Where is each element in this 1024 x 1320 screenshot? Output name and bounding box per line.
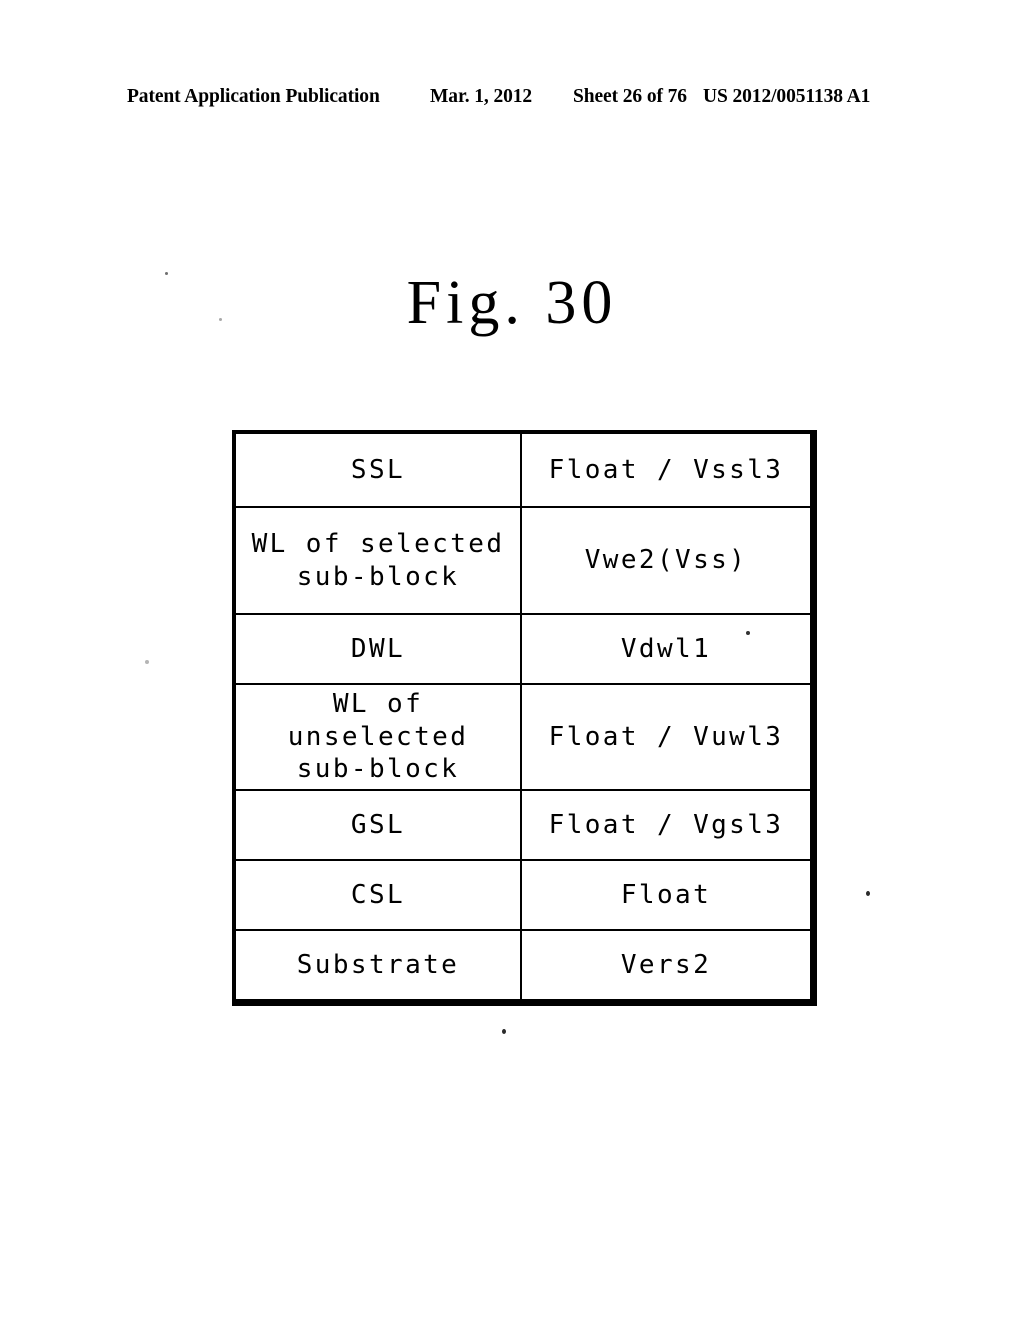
row-value-text: Vwe2(Vss) bbox=[584, 545, 748, 576]
row-label-cell: WL of selected sub-block bbox=[233, 506, 522, 615]
scan-speck bbox=[145, 660, 149, 664]
sheet-number: Sheet 26 of 76 bbox=[573, 86, 687, 107]
table-row: Substrate Vers2 bbox=[233, 929, 815, 1003]
row-label-line2: sub-block bbox=[296, 754, 460, 785]
row-value-text: Vers2 bbox=[620, 949, 712, 980]
table-row: GSL Float / Vgsl3 bbox=[233, 789, 815, 861]
row-label-line1: SSL bbox=[350, 454, 406, 485]
patent-number: US 2012/0051138 A1 bbox=[703, 86, 871, 107]
scan-speck bbox=[502, 1029, 506, 1034]
row-value-text: Float / Vgsl3 bbox=[548, 809, 784, 840]
table-row: WL of unselected sub-block Float / Vuwl3 bbox=[233, 683, 815, 791]
row-label-line1: CSL bbox=[350, 879, 406, 910]
row-label-line1: WL of unselected bbox=[287, 689, 469, 752]
table-row: CSL Float bbox=[233, 859, 815, 931]
row-label-line1: Substrate bbox=[296, 949, 460, 980]
table-row: SSL Float / Vssl3 bbox=[233, 431, 815, 508]
row-label-line1: GSL bbox=[350, 809, 406, 840]
row-label-cell: Substrate bbox=[233, 929, 522, 1003]
row-label-line1: WL of selected bbox=[251, 529, 505, 559]
row-value-cell: Float / Vuwl3 bbox=[520, 683, 815, 791]
page-header: Patent Application Publication Mar. 1, 2… bbox=[0, 86, 1024, 114]
row-label-line2: sub-block bbox=[296, 561, 460, 592]
row-value-cell: Float / Vgsl3 bbox=[520, 789, 815, 861]
scan-speck bbox=[866, 891, 870, 896]
row-value-text: Vdwl1 bbox=[620, 633, 712, 664]
table-row: DWL Vdwl1 bbox=[233, 613, 815, 685]
row-label-cell: CSL bbox=[233, 859, 522, 931]
row-label-line1: DWL bbox=[350, 633, 406, 664]
publication-date: Mar. 1, 2012 bbox=[430, 86, 533, 107]
row-value-cell: Float bbox=[520, 859, 815, 931]
row-value-cell: Vers2 bbox=[520, 929, 815, 1003]
row-value-cell: Vwe2(Vss) bbox=[520, 506, 815, 615]
publication-label: Patent Application Publication bbox=[127, 86, 380, 107]
row-value-text: Float / Vuwl3 bbox=[548, 721, 784, 752]
row-label-cell: GSL bbox=[233, 789, 522, 861]
row-value-cell: Float / Vssl3 bbox=[520, 431, 815, 508]
row-value-cell: Vdwl1 bbox=[520, 613, 815, 685]
table-row: WL of selected sub-block Vwe2(Vss) bbox=[233, 506, 815, 615]
row-value-text: Float bbox=[620, 879, 712, 910]
row-label-cell: DWL bbox=[233, 613, 522, 685]
figure-table-container: SSL Float / Vssl3 WL of selected sub-blo… bbox=[232, 430, 817, 1006]
figure-title: Fig. 30 bbox=[406, 269, 618, 337]
bias-condition-table: SSL Float / Vssl3 WL of selected sub-blo… bbox=[232, 430, 817, 1006]
row-label-cell: SSL bbox=[233, 431, 522, 508]
row-label-cell: WL of unselected sub-block bbox=[233, 683, 522, 791]
row-value-text: Float / Vssl3 bbox=[548, 454, 784, 485]
